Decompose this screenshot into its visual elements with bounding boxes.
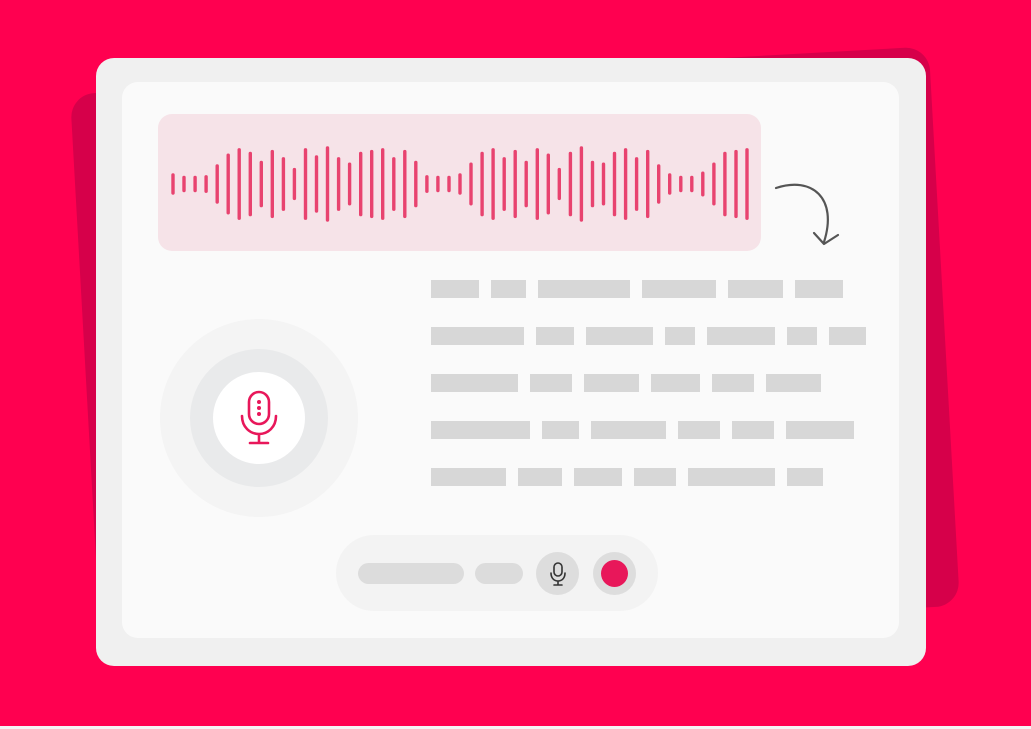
transcript-word-placeholder: [787, 468, 823, 486]
transcript-word-placeholder: [642, 280, 716, 298]
transcript-word-placeholder: [518, 468, 562, 486]
microphone-icon: [240, 390, 278, 445]
microphone-button[interactable]: [536, 552, 579, 595]
transcript-word-placeholder: [766, 374, 821, 392]
text-field-placeholder-short: [475, 563, 523, 584]
transcript-word-placeholder: [728, 280, 783, 298]
transcript-word-placeholder: [688, 468, 775, 486]
transcript-word-placeholder: [431, 280, 479, 298]
device-frame: [96, 58, 926, 666]
microphone-icon: [549, 561, 566, 586]
transcript-word-placeholder: [795, 280, 843, 298]
transcript-word-placeholder: [574, 468, 622, 486]
transcript-word-placeholder: [536, 327, 574, 345]
transcript-word-placeholder: [707, 327, 775, 345]
audio-waveform-panel: [158, 114, 761, 251]
transcript-word-placeholder: [530, 374, 572, 392]
voice-input-ring: [190, 349, 328, 487]
app-screen: [122, 82, 899, 638]
transcript-word-placeholder: [431, 421, 530, 439]
transcript-word-placeholder: [542, 421, 579, 439]
transcript-word-placeholder: [431, 327, 524, 345]
transcript-word-placeholder: [786, 421, 854, 439]
transcript-word-placeholder: [712, 374, 754, 392]
transcript-word-placeholder: [431, 374, 518, 392]
transcript-word-placeholder: [431, 468, 506, 486]
voice-input-button[interactable]: [213, 372, 305, 464]
transcript-word-placeholder: [732, 421, 774, 439]
transcript-word-placeholder: [491, 280, 526, 298]
recording-controls-bar: [336, 535, 658, 611]
transcript-word-placeholder: [634, 468, 676, 486]
text-field-placeholder: [358, 563, 464, 584]
audio-waveform: [171, 146, 749, 222]
voice-input-orb: [160, 319, 358, 517]
transcript-word-placeholder: [651, 374, 700, 392]
transcript-word-placeholder: [678, 421, 720, 439]
transcript-word-placeholder: [829, 327, 866, 345]
record-button[interactable]: [593, 552, 636, 595]
transcript-word-placeholder: [586, 327, 653, 345]
transcript-word-placeholder: [665, 327, 695, 345]
record-icon: [601, 560, 628, 587]
transcript-word-placeholder: [538, 280, 630, 298]
transcript-word-placeholder: [787, 327, 817, 345]
transcript-word-placeholder: [584, 374, 639, 392]
curved-arrow-icon: [774, 183, 840, 246]
transcript-word-placeholder: [591, 421, 666, 439]
